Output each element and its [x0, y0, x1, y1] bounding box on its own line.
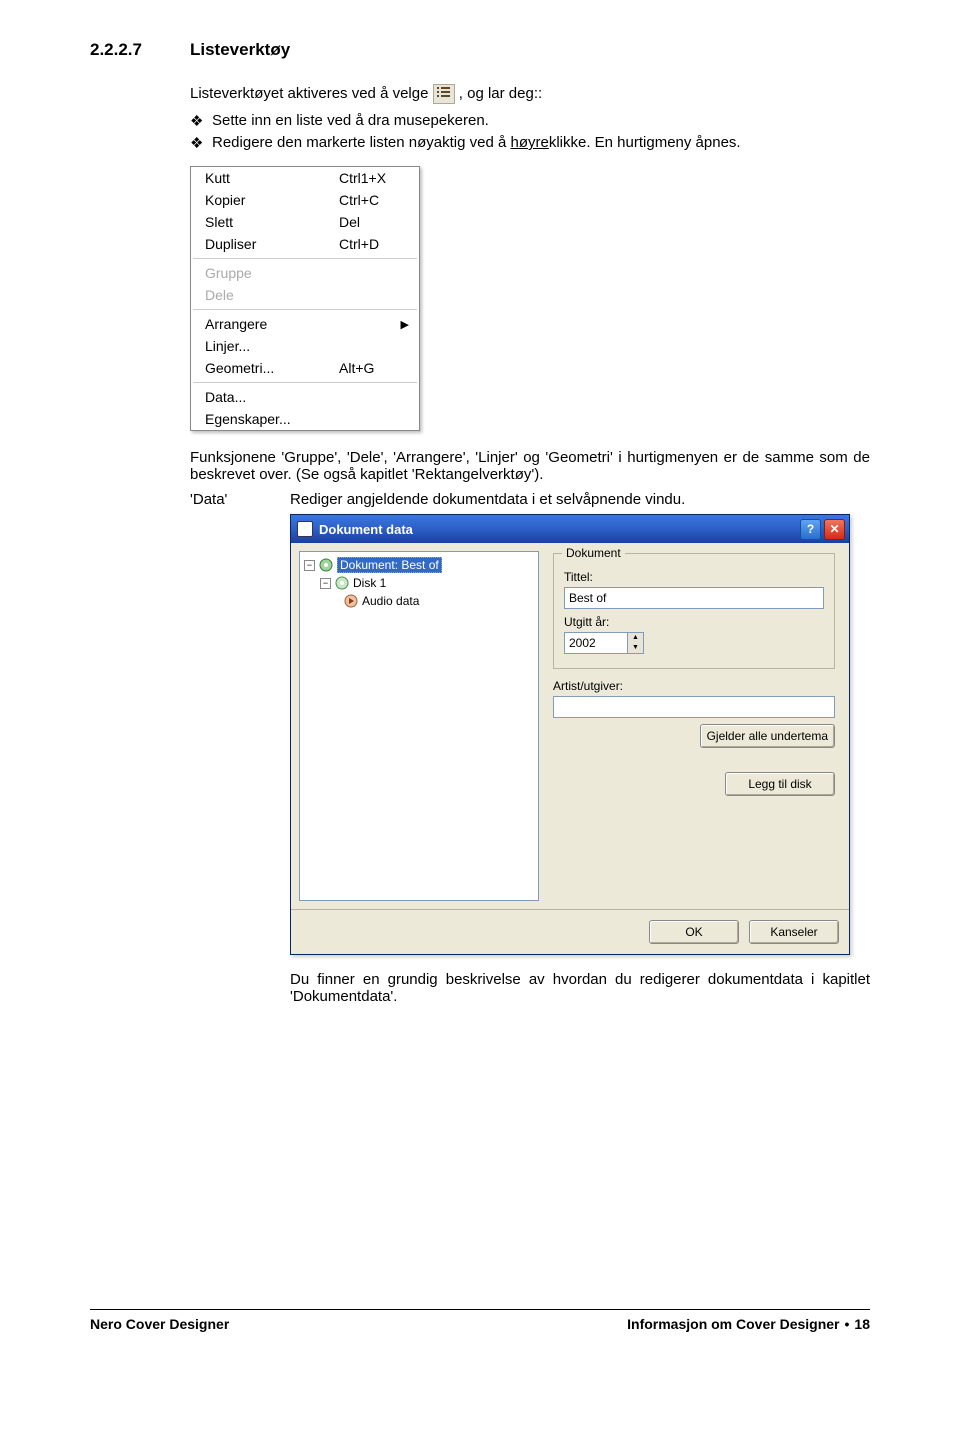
- menu-item[interactable]: Linjer...: [191, 335, 419, 357]
- artist-field[interactable]: [553, 696, 835, 718]
- menu-item[interactable]: Egenskaper...: [191, 408, 419, 430]
- tree-collapse-icon[interactable]: −: [320, 578, 331, 589]
- listeverktoy-icon: [433, 84, 455, 104]
- section-heading: 2.2.2.7 Listeverktøy: [90, 40, 870, 60]
- paragraph-funksjonene: Funksjonene 'Gruppe', 'Dele', 'Arrangere…: [190, 449, 870, 483]
- label-utgitt: Utgitt år:: [564, 615, 824, 629]
- close-button[interactable]: ✕: [824, 519, 845, 540]
- fieldset-legend: Dokument: [562, 546, 625, 560]
- menu-item-shortcut: Ctrl+C: [339, 192, 409, 208]
- menu-item-label: Dele: [205, 287, 339, 303]
- definition-row: 'Data' Rediger angjeldende dokumentdata …: [190, 491, 870, 1013]
- menu-item-label: Dupliser: [205, 236, 339, 252]
- menu-separator: [193, 258, 417, 259]
- menu-item: Dele: [191, 284, 419, 306]
- heading-title: Listeverktøy: [190, 40, 290, 60]
- legg-til-disk-button[interactable]: Legg til disk: [725, 772, 835, 796]
- tree-row-root[interactable]: − Dokument: Best of: [304, 556, 534, 574]
- heading-number: 2.2.2.7: [90, 40, 190, 60]
- menu-item-label: Arrangere: [205, 316, 331, 332]
- dialog-footer: OK Kanseler: [291, 909, 849, 954]
- footer-left: Nero Cover Designer: [90, 1316, 229, 1332]
- ok-button[interactable]: OK: [649, 920, 739, 944]
- submenu-arrow-icon: ▶: [401, 318, 409, 331]
- dokument-fieldset: Dokument Tittel: Utgitt år: ▲ ▼: [553, 553, 835, 669]
- intro-line: Listeverktøyet aktiveres ved å velge , o…: [190, 84, 870, 104]
- label-tittel: Tittel:: [564, 570, 824, 584]
- menu-item: Gruppe: [191, 262, 419, 284]
- menu-separator: [193, 382, 417, 383]
- cancel-button[interactable]: Kanseler: [749, 920, 839, 944]
- menu-item-label: Geometri...: [205, 360, 339, 376]
- menu-item[interactable]: Arrangere ▶: [191, 313, 419, 335]
- footer-right: Informasjon om Cover Designer•18: [627, 1316, 870, 1332]
- dialog-titlebar[interactable]: Dokument data ? ✕: [291, 515, 849, 543]
- menu-item[interactable]: SlettDel: [191, 211, 419, 233]
- menu-item-shortcut: Del: [339, 214, 409, 230]
- tree-row-disk[interactable]: − Disk 1: [304, 574, 534, 592]
- tree-collapse-icon[interactable]: −: [304, 560, 315, 571]
- spin-down-icon[interactable]: ▼: [628, 643, 643, 653]
- dialog-app-icon: [297, 521, 313, 537]
- menu-item-label: Linjer...: [205, 338, 339, 354]
- menu-item-label: Egenskaper...: [205, 411, 339, 427]
- document-icon: [319, 558, 333, 572]
- disk-icon: [335, 576, 349, 590]
- tittel-field[interactable]: [564, 587, 824, 609]
- gjelder-alle-button[interactable]: Gjelder alle undertema: [700, 724, 835, 748]
- tree-label-disk: Disk 1: [353, 576, 386, 590]
- menu-item[interactable]: KuttCtrl1+X: [191, 167, 419, 189]
- label-artist: Artist/utgiver:: [553, 679, 835, 693]
- menu-item-shortcut: Ctrl+D: [339, 236, 409, 252]
- document-tree[interactable]: − Dokument: Best of −: [299, 551, 539, 901]
- definition-term: 'Data': [190, 491, 290, 1013]
- bullet-item: ❖ Sette inn en liste ved å dra musepeker…: [190, 112, 870, 130]
- menu-item[interactable]: KopierCtrl+C: [191, 189, 419, 211]
- page-footer: Nero Cover Designer Informasjon om Cover…: [90, 1309, 870, 1332]
- tree-label-audio: Audio data: [362, 594, 419, 608]
- dialog-title: Dokument data: [319, 522, 797, 537]
- dokument-data-dialog: Dokument data ? ✕ − Dokument: Best of: [290, 514, 850, 955]
- menu-item[interactable]: Geometri...Alt+G: [191, 357, 419, 379]
- menu-item-label: Gruppe: [205, 265, 339, 281]
- tree-row-audio[interactable]: Audio data: [304, 592, 534, 610]
- utgitt-stepper[interactable]: ▲ ▼: [564, 632, 644, 654]
- spin-up-icon[interactable]: ▲: [628, 633, 643, 643]
- form-pane: Dokument Tittel: Utgitt år: ▲ ▼: [547, 551, 841, 901]
- menu-item-label: Kutt: [205, 170, 339, 186]
- menu-item-label: Slett: [205, 214, 339, 230]
- bullet-icon: ❖: [190, 112, 212, 130]
- definition-body: Rediger angjeldende dokumentdata i et se…: [290, 491, 870, 508]
- menu-item[interactable]: DupliserCtrl+D: [191, 233, 419, 255]
- menu-item-shortcut: Alt+G: [339, 360, 409, 376]
- menu-item-label: Data...: [205, 389, 339, 405]
- menu-item[interactable]: Data...: [191, 386, 419, 408]
- audio-icon: [344, 594, 358, 608]
- menu-separator: [193, 309, 417, 310]
- menu-item-label: Kopier: [205, 192, 339, 208]
- bullet-icon: ❖: [190, 134, 212, 152]
- context-menu: KuttCtrl1+XKopierCtrl+CSlettDelDupliserC…: [190, 166, 420, 431]
- utgitt-field[interactable]: [564, 632, 628, 654]
- paragraph-end: Du finner en grundig beskrivelse av hvor…: [290, 971, 870, 1005]
- help-button[interactable]: ?: [800, 519, 821, 540]
- menu-item-shortcut: Ctrl1+X: [339, 170, 409, 186]
- bullet-item: ❖ Redigere den markerte listen nøyaktig …: [190, 134, 870, 152]
- tree-label-root: Dokument: Best of: [337, 557, 442, 573]
